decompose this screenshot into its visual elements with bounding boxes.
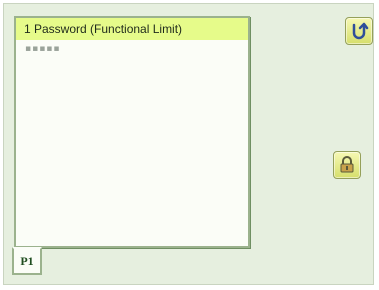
lock-button[interactable] xyxy=(333,151,361,179)
password-list-item-selected[interactable]: 1 Password (Functional Limit) xyxy=(16,18,248,40)
screen: 1 Password (Functional Limit) ▪▪▪▪▪ P1 xyxy=(3,3,374,285)
back-button[interactable] xyxy=(345,17,373,45)
password-value-masked[interactable]: ▪▪▪▪▪ xyxy=(16,44,248,54)
lock-icon xyxy=(338,156,356,174)
password-panel: 1 Password (Functional Limit) ▪▪▪▪▪ xyxy=(14,16,250,248)
back-arrow-icon xyxy=(349,21,369,41)
page-tab-p1[interactable]: P1 xyxy=(12,247,42,275)
